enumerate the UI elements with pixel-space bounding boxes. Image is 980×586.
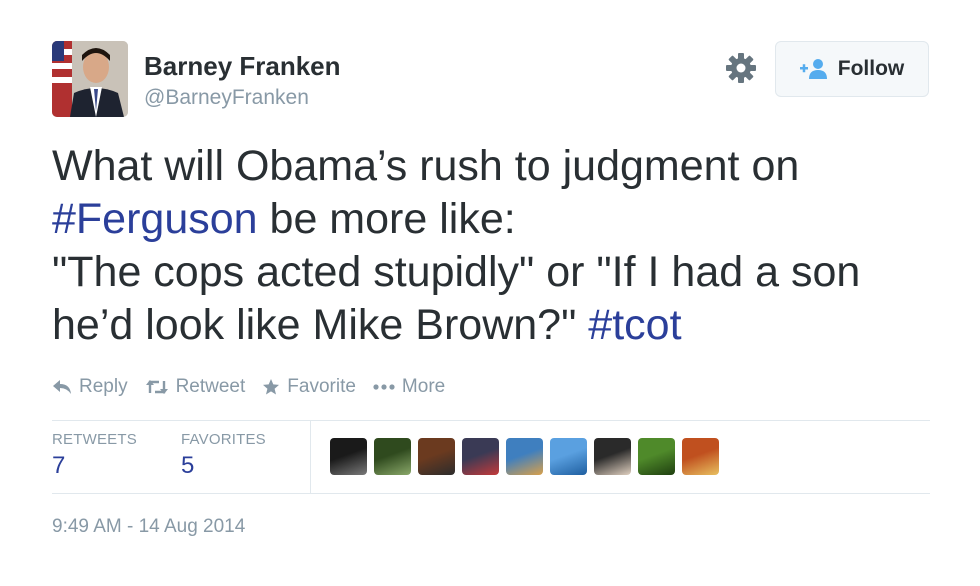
reply-action[interactable]: Reply bbox=[52, 376, 128, 398]
tweet-line: #Ferguson be more like: bbox=[52, 193, 932, 246]
favoriter-avatar[interactable] bbox=[330, 438, 367, 475]
more-dots-icon bbox=[373, 384, 395, 390]
tweet-timestamp[interactable]: 9:49 AM - 14 Aug 2014 bbox=[52, 516, 245, 538]
tweet-actions: Reply Retweet Favorite More bbox=[52, 376, 462, 398]
tweet-text-segment: be more like: bbox=[257, 195, 516, 243]
favoriter-avatars bbox=[330, 438, 719, 475]
favoriter-avatar[interactable] bbox=[638, 438, 675, 475]
favoriter-avatar[interactable] bbox=[682, 438, 719, 475]
reply-icon bbox=[53, 380, 71, 394]
more-action[interactable]: More bbox=[373, 376, 445, 398]
favoriter-avatar[interactable] bbox=[374, 438, 411, 475]
hashtag-link[interactable]: #tcot bbox=[588, 301, 681, 349]
profile-avatar[interactable] bbox=[52, 41, 128, 117]
user-handle[interactable]: @BarneyFranken bbox=[144, 86, 309, 110]
tweet-text-segment: What will Obama’s rush to judgment on bbox=[52, 142, 800, 190]
gear-icon[interactable] bbox=[724, 51, 758, 85]
favoriter-avatar[interactable] bbox=[550, 438, 587, 475]
more-label: More bbox=[401, 376, 446, 397]
stats-top-divider bbox=[52, 420, 930, 421]
avatar-image bbox=[52, 41, 128, 117]
favoriter-avatar[interactable] bbox=[506, 438, 543, 475]
follow-button[interactable]: Follow bbox=[775, 41, 929, 97]
tweet-line: "The cops acted stupidly" or "If I had a… bbox=[52, 246, 932, 299]
favoriter-avatar[interactable] bbox=[418, 438, 455, 475]
favoriter-avatar[interactable] bbox=[594, 438, 631, 475]
user-display-name[interactable]: Barney Franken bbox=[144, 51, 341, 82]
reply-label: Reply bbox=[79, 376, 128, 397]
favoriter-avatar[interactable] bbox=[462, 438, 499, 475]
retweets-stat[interactable]: RETWEETS 7 bbox=[52, 431, 137, 480]
follow-button-label: Follow bbox=[837, 57, 905, 80]
add-user-icon bbox=[799, 59, 827, 79]
favorite-action[interactable]: Favorite bbox=[262, 376, 356, 398]
tweet-text: What will Obama’s rush to judgment on #Fe… bbox=[52, 140, 932, 352]
retweet-action[interactable]: Retweet bbox=[145, 376, 246, 398]
stats-vertical-divider bbox=[310, 421, 311, 493]
favorites-stat-label: FAVORITES bbox=[181, 431, 266, 448]
retweet-icon bbox=[145, 380, 168, 394]
favorites-stat[interactable]: FAVORITES 5 bbox=[181, 431, 266, 480]
tweet-line: What will Obama’s rush to judgment on bbox=[52, 140, 932, 193]
star-icon bbox=[263, 379, 280, 395]
tweet-text-segment: "The cops acted stupidly" or "If I had a… bbox=[52, 248, 861, 296]
tweet-text-segment: he’d look like Mike Brown?" bbox=[52, 301, 589, 349]
stats-bottom-divider bbox=[52, 493, 930, 494]
retweets-count: 7 bbox=[52, 452, 66, 479]
hashtag-link[interactable]: #Ferguson bbox=[52, 195, 258, 243]
favorites-count: 5 bbox=[181, 452, 195, 479]
favorite-label: Favorite bbox=[287, 376, 356, 397]
tweet-line: he’d look like Mike Brown?" #tcot bbox=[52, 299, 932, 352]
retweet-label: Retweet bbox=[175, 376, 246, 397]
retweets-stat-label: RETWEETS bbox=[52, 431, 137, 448]
